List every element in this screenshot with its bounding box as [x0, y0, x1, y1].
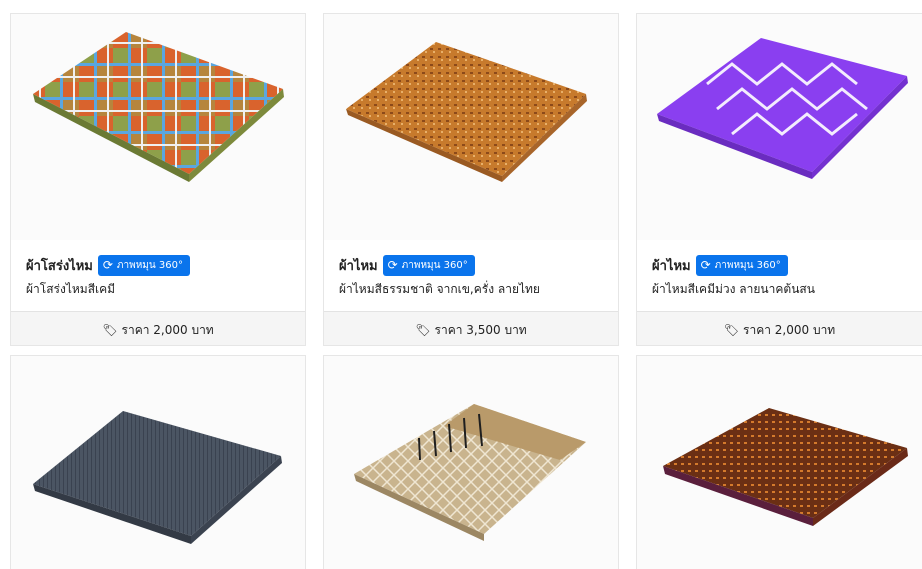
rotate-icon: ⟳	[700, 257, 711, 272]
view-360-button[interactable]: ⟳ ภาพหมุน 360°	[97, 254, 190, 276]
product-card[interactable]: ผ้าไหม ⟳ ภาพหมุน 360° ผ้าไหมสีธรรมชาติ จา…	[323, 13, 619, 346]
product-card[interactable]	[10, 355, 306, 569]
price-footer: 🏷 ราคา 2,000 บาท	[637, 311, 922, 345]
product-card[interactable]: ผ้าไหม ⟳ ภาพหมุน 360° ผ้าไหมสีเคมีม่วง ลา…	[636, 13, 922, 346]
tag-icon: 🏷	[723, 323, 740, 337]
price-text: ราคา 2,000 บาท	[743, 322, 836, 337]
product-image[interactable]	[324, 14, 618, 240]
view-360-button[interactable]: ⟳ ภาพหมุน 360°	[695, 254, 788, 276]
product-description: ผ้าไหมสีธรรมชาติ จากเข,ครั่ง ลายไทย	[339, 282, 540, 296]
tag-icon: 🏷	[415, 323, 431, 337]
product-card[interactable]	[323, 355, 619, 569]
product-description: ผ้าโสร่งไหมสีเคมี	[26, 282, 116, 296]
product-card[interactable]: ผ้าโสร่งไหม ⟳ ภาพหมุน 360° ผ้าโสร่งไหมสีเ…	[10, 13, 306, 346]
price-footer: 🏷 ราคา 3,500 บาท	[324, 311, 618, 345]
price-footer: 🏷 ราคา 2,000 บาท	[11, 311, 305, 345]
product-image[interactable]	[637, 14, 922, 240]
product-image[interactable]	[324, 356, 618, 569]
rotate-icon: ⟳	[387, 257, 398, 272]
product-name[interactable]: ผ้าไหม	[652, 255, 691, 276]
product-card[interactable]	[636, 355, 922, 569]
tag-icon: 🏷	[102, 323, 118, 337]
product-name[interactable]: ผ้าโสร่งไหม	[26, 255, 93, 276]
badge-label: ภาพหมุน 360°	[401, 259, 468, 271]
product-image[interactable]	[637, 356, 922, 569]
product-image[interactable]	[11, 14, 305, 240]
product-description: ผ้าไหมสีเคมีม่วง ลายนาคต้นสน	[652, 282, 815, 296]
product-name[interactable]: ผ้าไหม	[339, 255, 378, 276]
badge-label: ภาพหมุน 360°	[116, 259, 183, 271]
price-text: ราคา 2,000 บาท	[121, 322, 214, 337]
badge-label: ภาพหมุน 360°	[714, 259, 781, 271]
price-text: ราคา 3,500 บาท	[434, 322, 527, 337]
product-image[interactable]	[11, 356, 305, 569]
view-360-button[interactable]: ⟳ ภาพหมุน 360°	[382, 254, 475, 276]
rotate-icon: ⟳	[102, 257, 113, 272]
